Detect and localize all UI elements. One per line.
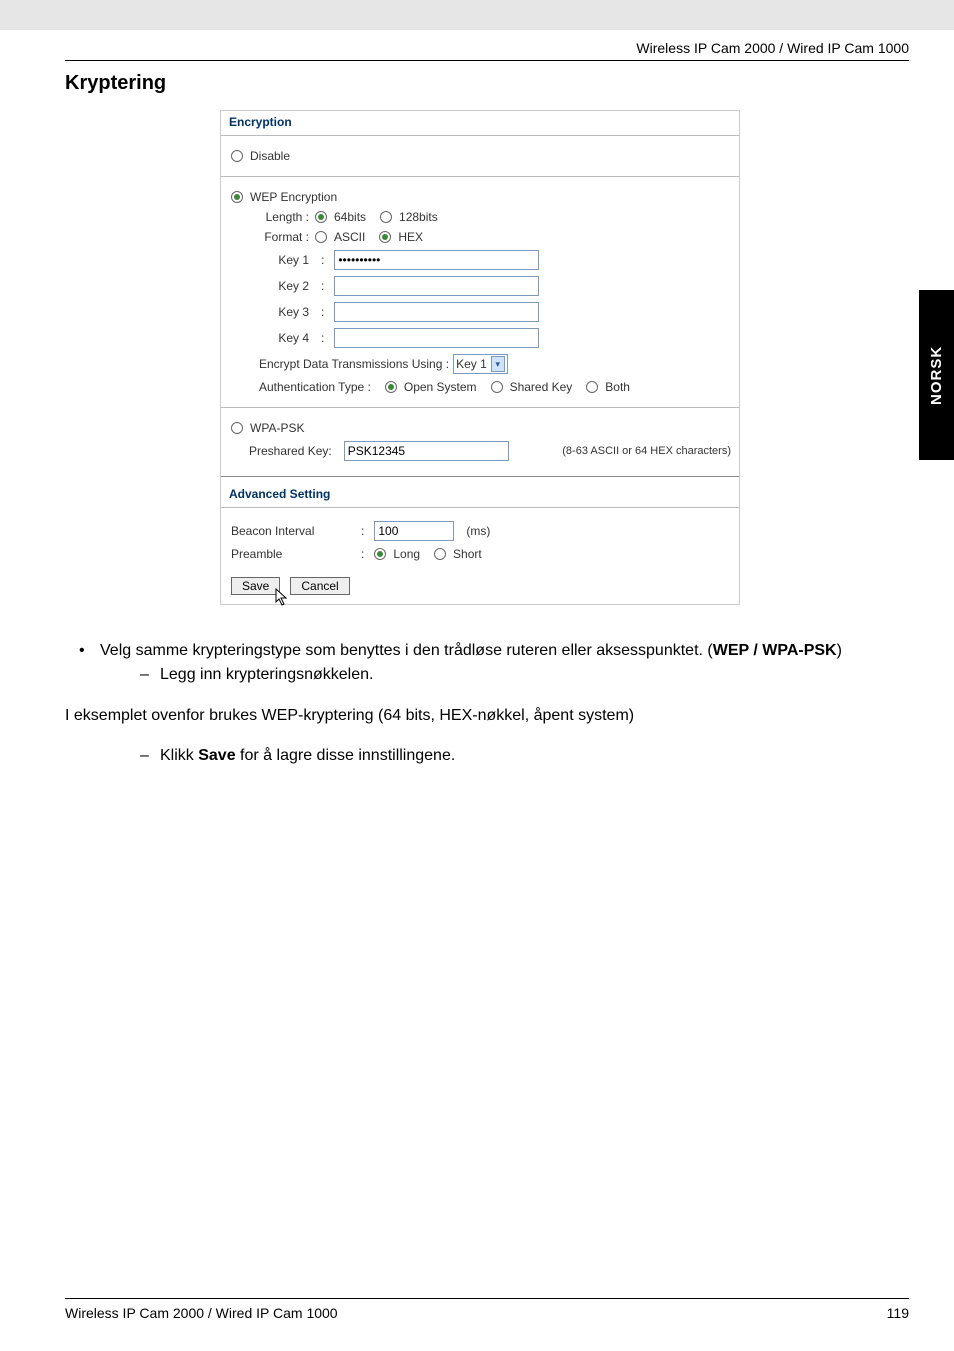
colon: : xyxy=(321,279,324,293)
colon: : xyxy=(321,253,324,267)
divider xyxy=(221,407,739,408)
page-title: Kryptering xyxy=(65,72,166,95)
beacon-unit: (ms) xyxy=(466,524,490,538)
beacon-input[interactable] xyxy=(374,521,454,541)
divider xyxy=(221,507,739,508)
format-ascii: ASCII xyxy=(334,230,365,244)
chevron-down-icon: ▾ xyxy=(491,356,505,372)
divider xyxy=(221,476,739,477)
encryption-panel: Encryption Disable WEP Encryption Length… xyxy=(220,110,740,605)
length-label: Length : xyxy=(259,210,309,224)
dash-item: Klikk Save for å lagre disse innstilling… xyxy=(65,745,909,767)
key3-input[interactable] xyxy=(334,302,539,322)
bullet1-bold: WEP / WPA-PSK xyxy=(713,642,837,659)
radio-shared-key[interactable] xyxy=(491,381,503,393)
encryption-title: Encryption xyxy=(221,111,739,131)
auth-open: Open System xyxy=(404,380,477,394)
bullet1-text-b: ) xyxy=(837,642,842,659)
top-band xyxy=(0,0,954,30)
encrypt-using-select[interactable]: Key 1 ▾ xyxy=(453,354,508,374)
auth-label: Authentication Type : xyxy=(259,380,371,394)
dash2-a: Klikk xyxy=(160,747,198,764)
dash-item: Legg inn krypteringsnøkkelen. xyxy=(65,664,909,686)
preamble-short: Short xyxy=(453,547,482,561)
bullet1-text-a: Velg samme krypteringstype som benyttes … xyxy=(100,642,713,659)
header-product: Wireless IP Cam 2000 / Wired IP Cam 1000 xyxy=(636,40,909,56)
wpa-label: WPA-PSK xyxy=(250,421,304,435)
advanced-title: Advanced Setting xyxy=(221,483,739,503)
colon: : xyxy=(321,305,324,319)
radio-both[interactable] xyxy=(586,381,598,393)
radio-wep[interactable] xyxy=(231,191,243,203)
header-rule xyxy=(65,60,909,61)
footer-page: 119 xyxy=(887,1305,909,1321)
psk-hint: (8-63 ASCII or 64 HEX characters) xyxy=(562,445,731,457)
wep-label: WEP Encryption xyxy=(250,190,337,204)
radio-hex[interactable] xyxy=(379,231,391,243)
cursor-icon xyxy=(275,588,291,613)
radio-128bits[interactable] xyxy=(380,211,392,223)
auth-both: Both xyxy=(605,380,630,394)
footer-left: Wireless IP Cam 2000 / Wired IP Cam 1000 xyxy=(65,1305,338,1321)
language-tab: NORSK xyxy=(919,290,954,460)
example-paragraph: I eksemplet ovenfor brukes WEP-krypterin… xyxy=(65,705,909,727)
psk-label: Preshared Key: xyxy=(249,444,332,458)
radio-open-system[interactable] xyxy=(385,381,397,393)
dash1-text: Legg inn krypteringsnøkkelen. xyxy=(160,666,373,683)
radio-64bits[interactable] xyxy=(315,211,327,223)
beacon-label: Beacon Interval xyxy=(231,524,351,538)
encrypt-using-value: Key 1 xyxy=(456,357,487,371)
save-button[interactable]: Save xyxy=(231,577,280,595)
radio-disable[interactable] xyxy=(231,150,243,162)
key1-input[interactable] xyxy=(334,250,539,270)
radio-preamble-long[interactable] xyxy=(374,548,386,560)
preamble-label: Preamble xyxy=(231,547,351,561)
psk-input[interactable] xyxy=(344,441,509,461)
dash2-b: for å lagre disse innstillingene. xyxy=(236,747,456,764)
bullet-item: Velg samme krypteringstype som benyttes … xyxy=(65,640,909,662)
divider xyxy=(221,135,739,136)
footer: Wireless IP Cam 2000 / Wired IP Cam 1000… xyxy=(65,1298,909,1321)
key1-label: Key 1 xyxy=(259,253,309,267)
length-64: 64bits xyxy=(334,210,366,224)
encrypt-using-label: Encrypt Data Transmissions Using : xyxy=(259,357,449,371)
preamble-long: Long xyxy=(393,547,420,561)
format-hex: HEX xyxy=(398,230,423,244)
key4-label: Key 4 xyxy=(259,331,309,345)
radio-wpa-psk[interactable] xyxy=(231,422,243,434)
key2-label: Key 2 xyxy=(259,279,309,293)
disable-label: Disable xyxy=(250,149,290,163)
radio-ascii[interactable] xyxy=(315,231,327,243)
colon: : xyxy=(321,331,324,345)
colon: : xyxy=(361,524,364,538)
length-128: 128bits xyxy=(399,210,438,224)
divider xyxy=(221,176,739,177)
format-label: Format : xyxy=(259,230,309,244)
cancel-button[interactable]: Cancel xyxy=(290,577,349,595)
auth-shared: Shared Key xyxy=(510,380,573,394)
radio-preamble-short[interactable] xyxy=(434,548,446,560)
key3-label: Key 3 xyxy=(259,305,309,319)
key2-input[interactable] xyxy=(334,276,539,296)
body-content: Velg samme krypteringstype som benyttes … xyxy=(65,640,909,768)
key4-input[interactable] xyxy=(334,328,539,348)
dash2-bold: Save xyxy=(198,747,235,764)
colon: : xyxy=(361,547,364,561)
